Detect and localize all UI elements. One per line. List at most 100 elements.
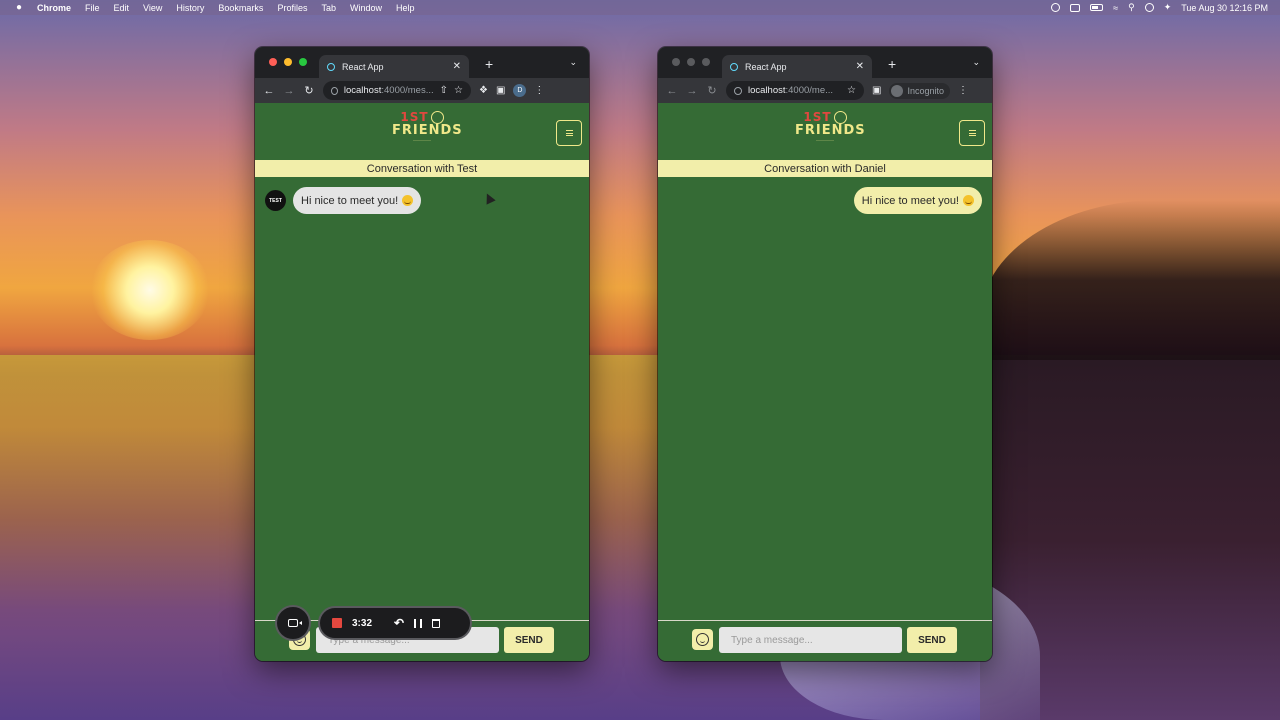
composer-divider [658,620,992,621]
browser-window-left: React App ✕ + ⌄ ← → ↻ localhost:4000/mes… [255,47,589,661]
zoom-window-button[interactable] [299,58,307,66]
back-arrow-icon[interactable]: ← [263,85,275,97]
menubar-edit[interactable]: Edit [114,3,130,13]
app-logo[interactable]: 1ST FRIENDS —————— [392,111,463,143]
hamburger-menu-button[interactable] [959,120,985,146]
site-info-icon[interactable] [331,86,338,95]
side-panel-icon[interactable]: ▣ [872,85,881,96]
forward-arrow-icon[interactable]: → [283,85,295,97]
send-button[interactable]: SEND [504,627,554,653]
message-row-sent: Hi nice to meet you! [853,187,982,214]
tab-title: React App [745,61,787,72]
forward-arrow-icon[interactable]: → [686,85,698,97]
tab-react-app[interactable]: React App ✕ [319,55,469,78]
extensions-puzzle-icon[interactable]: ❖ [479,85,488,96]
control-center-icon[interactable] [1144,3,1154,12]
browser-window-right: React App ✕ + ⌄ ← → ↻ localhost:4000/me.… [658,47,992,661]
tab-strip: React App ✕ + ⌄ [658,47,992,78]
browser-toolbar: ← → ↻ localhost:4000/me... ☆ ▣ Incognito… [658,78,992,103]
close-tab-icon[interactable]: ✕ [856,61,864,72]
tab-react-app[interactable]: React App ✕ [722,55,872,78]
siri-icon[interactable]: ✦ [1164,2,1172,13]
share-icon[interactable]: ⇧ [440,85,448,96]
bookmark-star-icon[interactable]: ☆ [454,85,463,96]
hamburger-menu-button[interactable] [556,120,582,146]
wallpaper-sun [90,240,210,340]
message-bubble: Hi nice to meet you! [853,187,982,214]
window-controls [269,58,307,66]
new-tab-button[interactable]: + [888,56,896,72]
bookmark-star-icon[interactable]: ☆ [847,85,856,96]
menubar-bookmarks[interactable]: Bookmarks [218,3,263,13]
minimize-window-button[interactable] [687,58,695,66]
chat-app: 1ST FRIENDS —————— Conversation with Tes… [255,103,589,661]
macos-menubar: ● Chrome File Edit View History Bookmark… [0,0,1280,15]
record-status-icon[interactable] [1051,3,1061,12]
chrome-menu-icon[interactable]: ⋮ [958,85,968,96]
close-tab-icon[interactable]: ✕ [453,61,461,72]
screen-mirror-icon[interactable] [1070,3,1081,12]
stop-recording-icon[interactable] [332,618,342,628]
address-bar[interactable]: localhost:4000/me... ☆ [726,81,864,100]
reload-icon[interactable]: ↻ [706,84,718,97]
new-tab-button[interactable]: + [485,56,493,72]
spotlight-search-icon[interactable]: ⚲ [1128,2,1135,13]
menubar-view[interactable]: View [143,3,162,13]
browser-toolbar: ← → ↻ localhost:4000/mes... ⇧ ☆ ❖ ▣ D ⋮ [255,78,589,103]
zoom-window-button[interactable] [702,58,710,66]
react-favicon-icon [327,62,335,71]
message-text: Hi nice to meet you! [861,194,959,207]
menubar-history[interactable]: History [176,3,204,13]
tab-search-chevron-icon[interactable]: ⌄ [569,57,577,68]
incognito-icon [891,84,904,97]
back-arrow-icon[interactable]: ← [666,85,678,97]
smiling-face-emoji-icon [963,195,974,206]
sender-avatar[interactable]: TEST [265,190,286,211]
recording-timer: 3:32 [352,617,373,629]
delete-recording-icon[interactable] [432,618,441,628]
side-panel-icon[interactable]: ▣ [496,85,505,96]
menubar-help[interactable]: Help [396,3,415,13]
chrome-menu-icon[interactable]: ⋮ [534,85,544,96]
logo-tagline-decoration: —————— [413,138,431,142]
message-input[interactable] [719,627,902,653]
restart-recording-icon[interactable]: ↶ [394,616,404,630]
menubar-profiles[interactable]: Profiles [277,3,307,13]
apple-icon[interactable]: ● [12,1,26,15]
url-path: :4000/me... [785,85,834,96]
minimize-window-button[interactable] [284,58,292,66]
app-logo[interactable]: 1ST FRIENDS —————— [795,110,866,143]
close-window-button[interactable] [269,58,277,66]
smiley-icon [696,633,709,646]
menubar-app-name[interactable]: Chrome [37,3,71,13]
profile-avatar[interactable]: D [513,84,527,97]
smiling-face-emoji-icon [402,195,414,206]
logo-line-2: FRIENDS [392,123,463,138]
battery-icon[interactable] [1090,4,1104,11]
menubar-tab[interactable]: Tab [321,3,336,13]
logo-line-1: 1ST [803,110,832,124]
conversation-header: Conversation with Test [255,160,589,177]
emoji-picker-button[interactable] [692,629,713,650]
tab-title: React App [342,61,384,72]
incognito-indicator[interactable]: Incognito [889,82,950,99]
logo-tagline-decoration: —————— [816,138,834,142]
reload-icon[interactable]: ↻ [303,84,315,97]
menubar-file[interactable]: File [85,3,100,13]
message-row-received: TEST Hi nice to meet you! [265,187,422,214]
url-host: localhost [343,85,382,96]
recorder-camera-button[interactable] [275,605,311,641]
menubar-window[interactable]: Window [350,3,382,13]
send-button[interactable]: SEND [907,627,957,653]
wifi-icon[interactable]: ≈ [1113,3,1118,13]
tab-search-chevron-icon[interactable]: ⌄ [972,57,980,68]
incognito-label: Incognito [907,85,944,96]
pause-recording-icon[interactable] [414,618,423,628]
logo-line-2: FRIENDS [795,123,866,138]
close-window-button[interactable] [672,58,680,66]
url-path: :4000/mes... [381,85,434,96]
hamburger-icon [968,130,976,136]
address-bar[interactable]: localhost:4000/mes... ⇧ ☆ [323,81,471,100]
menubar-datetime[interactable]: Tue Aug 30 12:16 PM [1181,3,1268,13]
site-info-icon[interactable] [734,86,742,95]
